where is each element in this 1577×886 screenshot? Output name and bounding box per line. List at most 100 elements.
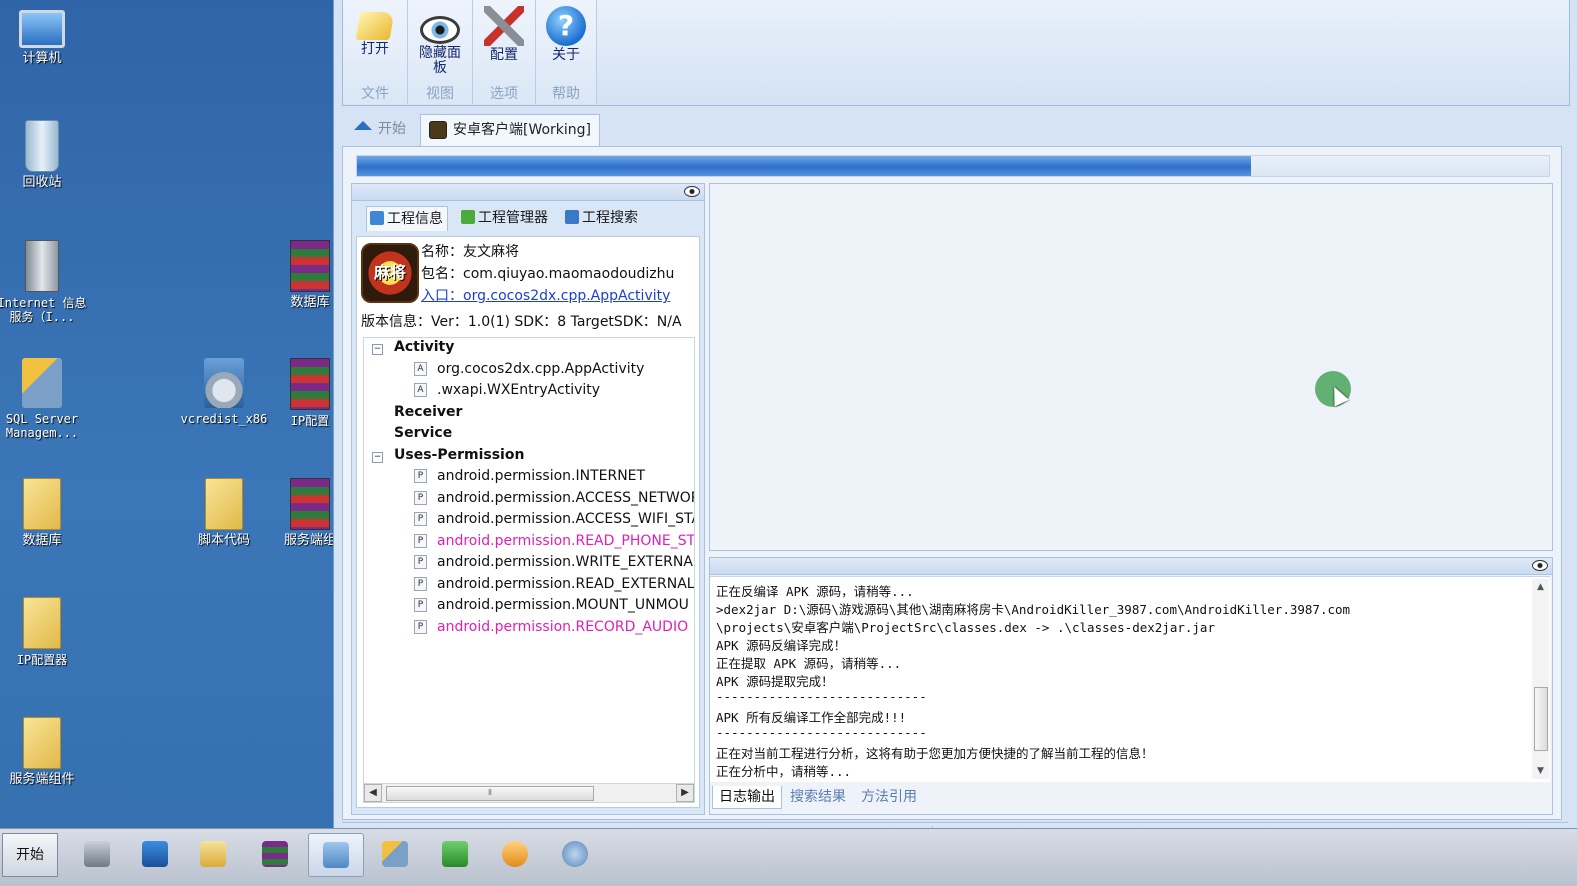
open-button[interactable]: 打开 (345, 2, 405, 84)
tree-item-label: android.permission.MOUNT_UNMOU (437, 597, 689, 613)
tab-project-manager[interactable]: 工程管理器 (458, 206, 548, 230)
tree-item-label: android.permission.RECORD_AUDIO (437, 619, 689, 635)
folder-icon (200, 841, 226, 867)
scrollbar-thumb[interactable] (1534, 687, 1548, 751)
desktop: 计算机 回收站 Internet 信息服务（I... SQL Server Ma… (0, 0, 336, 828)
toggle-log-eye-icon[interactable] (1532, 560, 1548, 571)
tree-node-activity[interactable]: Activity (394, 339, 454, 355)
tree-item-permission-sensitive[interactable]: Pandroid.permission.READ_PHONE_ST (414, 533, 695, 549)
android-killer-window: 打开 文件 隐藏面板 视图 配置 选项 ? 关于 帮助 开始 安卓客户端[Wor… (333, 0, 1577, 848)
log-line: \projects\安卓客户端\ProjectSrc\classes.dex -… (716, 620, 1215, 635)
recycle-bin-icon (25, 120, 59, 172)
computer-desktop-icon[interactable]: 计算机 (0, 4, 88, 66)
toggle-panel-eye-icon[interactable] (684, 186, 700, 197)
tree-node-receiver[interactable]: Receiver (394, 404, 462, 420)
collapse-permissions-toggle[interactable]: − (372, 452, 383, 463)
tree-item-activity[interactable]: A .wxapi.WXEntryActivity (414, 382, 600, 398)
editor-area[interactable] (709, 183, 1553, 551)
taskbar-tools[interactable] (368, 833, 422, 875)
taskbar-powershell[interactable] (128, 833, 182, 875)
entry-activity-link[interactable]: 入口：org.cocos2dx.cpp.AppActivity (421, 285, 670, 305)
log-line: >dex2jar D:\源码\游戏源码\其他\湖南麻将房卡\AndroidKil… (716, 602, 1351, 617)
start-button[interactable]: 开始 (2, 833, 58, 877)
server-manager-icon (84, 841, 110, 867)
rar-archive-icon (290, 358, 330, 410)
green-app-icon (442, 841, 468, 867)
tab-start-label: 开始 (378, 121, 406, 137)
ribbon-group-options-name: 选项 (490, 86, 518, 102)
taskbar-server-manager[interactable] (70, 833, 124, 875)
tree-item-activity[interactable]: Aorg.cocos2dx.cpp.AppActivity (414, 361, 644, 377)
scrollbar-thumb[interactable]: ⦀ (386, 786, 594, 801)
taskbar-app-orange[interactable] (488, 833, 542, 875)
rar-archive-icon (290, 478, 330, 530)
taskbar-app-green[interactable] (428, 833, 482, 875)
collapse-activity-toggle[interactable]: − (372, 344, 383, 355)
tree-item-permission[interactable]: Pandroid.permission.ACCESS_NETWOR (414, 490, 694, 506)
tab-search-results[interactable]: 搜索结果 (784, 786, 852, 808)
ip-configurator-desktop-icon[interactable]: IP配置器 (0, 597, 88, 667)
scroll-up-icon[interactable]: ▲ (1532, 579, 1549, 595)
workspace: 工程信息 工程管理器 工程搜索 麻将 名称：友文麻将 包名：com.qiuyao… (342, 146, 1562, 820)
scroll-right-icon[interactable]: ▶ (676, 784, 694, 802)
tools-icon (484, 6, 524, 46)
tree-item-permission-sensitive[interactable]: Pandroid.permission.RECORD_AUDIO (414, 619, 688, 635)
progress-bar (356, 155, 1550, 177)
log-vertical-scrollbar[interactable]: ▲ ▼ (1532, 579, 1549, 779)
iis-desktop-icon[interactable]: Internet 信息服务（I... (0, 240, 88, 324)
tab-project-info[interactable]: 工程信息 (366, 206, 448, 231)
ribbon-group-options: 配置 选项 (473, 0, 536, 104)
log-line: 正在反编译 APK 源码，请稍等... (716, 584, 914, 599)
orange-app-icon (502, 841, 528, 867)
hide-panel-label: 隐藏面板 (419, 45, 461, 76)
script-code-desktop-icon[interactable]: 脚本代码 (178, 478, 270, 548)
permission-icon: P (414, 577, 427, 591)
tab-project-search[interactable]: 工程搜索 (562, 206, 638, 230)
scroll-left-icon[interactable]: ◀ (364, 784, 382, 802)
sql-server-label: SQL Server Managem... (5, 412, 79, 440)
tree-item-permission[interactable]: Pandroid.permission.ACCESS_WIFI_STA (414, 511, 694, 527)
tree-item-permission[interactable]: Pandroid.permission.WRITE_EXTERNA (414, 554, 693, 570)
tab-method-references[interactable]: 方法引用 (855, 786, 923, 808)
vcredist-label: vcredist_x86 (180, 412, 268, 426)
activity-icon: A (414, 383, 427, 397)
tab-project-info-label: 工程信息 (387, 211, 443, 227)
folder-icon (23, 717, 61, 769)
tree-item-permission[interactable]: Pandroid.permission.MOUNT_UNMOU (414, 597, 689, 613)
log-panel-header (710, 558, 1552, 575)
taskbar-explorer[interactable] (186, 833, 240, 875)
vcredist-desktop-icon[interactable]: vcredist_x86 (178, 358, 270, 426)
manifest-tree[interactable]: − Activity Aorg.cocos2dx.cpp.AppActivity… (363, 337, 695, 785)
config-button[interactable]: 配置 (475, 2, 533, 84)
tree-item-permission[interactable]: Pandroid.permission.INTERNET (414, 468, 645, 484)
log-line: 正在提取 APK 源码，请稍等... (716, 656, 902, 671)
permission-icon: P (414, 620, 427, 634)
tree-item-permission[interactable]: Pandroid.permission.READ_EXTERNAL (414, 576, 694, 592)
about-button[interactable]: ? 关于 (538, 2, 594, 84)
scroll-down-icon[interactable]: ▼ (1532, 763, 1549, 779)
recycle-bin-desktop-icon[interactable]: 回收站 (0, 120, 88, 190)
taskbar-archive[interactable] (248, 833, 302, 875)
taskbar-android-killer[interactable] (308, 833, 364, 877)
rar-archive-icon (290, 240, 330, 292)
service-components-desktop-icon[interactable]: 服务端组件 (0, 717, 88, 787)
tab-log-output[interactable]: 日志输出 (712, 786, 782, 809)
tree-horizontal-scrollbar[interactable]: ◀ ⦀ ▶ (363, 783, 695, 803)
taskbar-network[interactable] (548, 833, 602, 875)
sql-server-desktop-icon[interactable]: SQL Server Managem... (0, 358, 88, 440)
log-output[interactable]: 正在反编译 APK 源码，请稍等... >dex2jar D:\源码\游戏源码\… (710, 576, 1550, 782)
tree-item-label: android.permission.READ_PHONE_ST (437, 533, 695, 549)
app-icon: 麻将 (361, 243, 419, 303)
permission-icon: P (414, 598, 427, 612)
network-icon (562, 841, 588, 867)
ribbon-group-help: ? 关于 帮助 (536, 0, 597, 104)
help-icon: ? (546, 6, 586, 46)
tree-node-service[interactable]: Service (394, 425, 452, 441)
hide-panel-button[interactable]: 隐藏面板 (410, 2, 470, 84)
log-line: APK 源码提取完成！ (716, 674, 834, 689)
iis-label: Internet 信息服务（I... (0, 296, 87, 324)
tab-start[interactable]: 开始 (346, 114, 414, 145)
database-folder-desktop-icon[interactable]: 数据库 (0, 478, 88, 548)
tab-project[interactable]: 安卓客户端[Working] (420, 114, 601, 146)
tree-node-uses-permission[interactable]: Uses-Permission (394, 447, 524, 463)
